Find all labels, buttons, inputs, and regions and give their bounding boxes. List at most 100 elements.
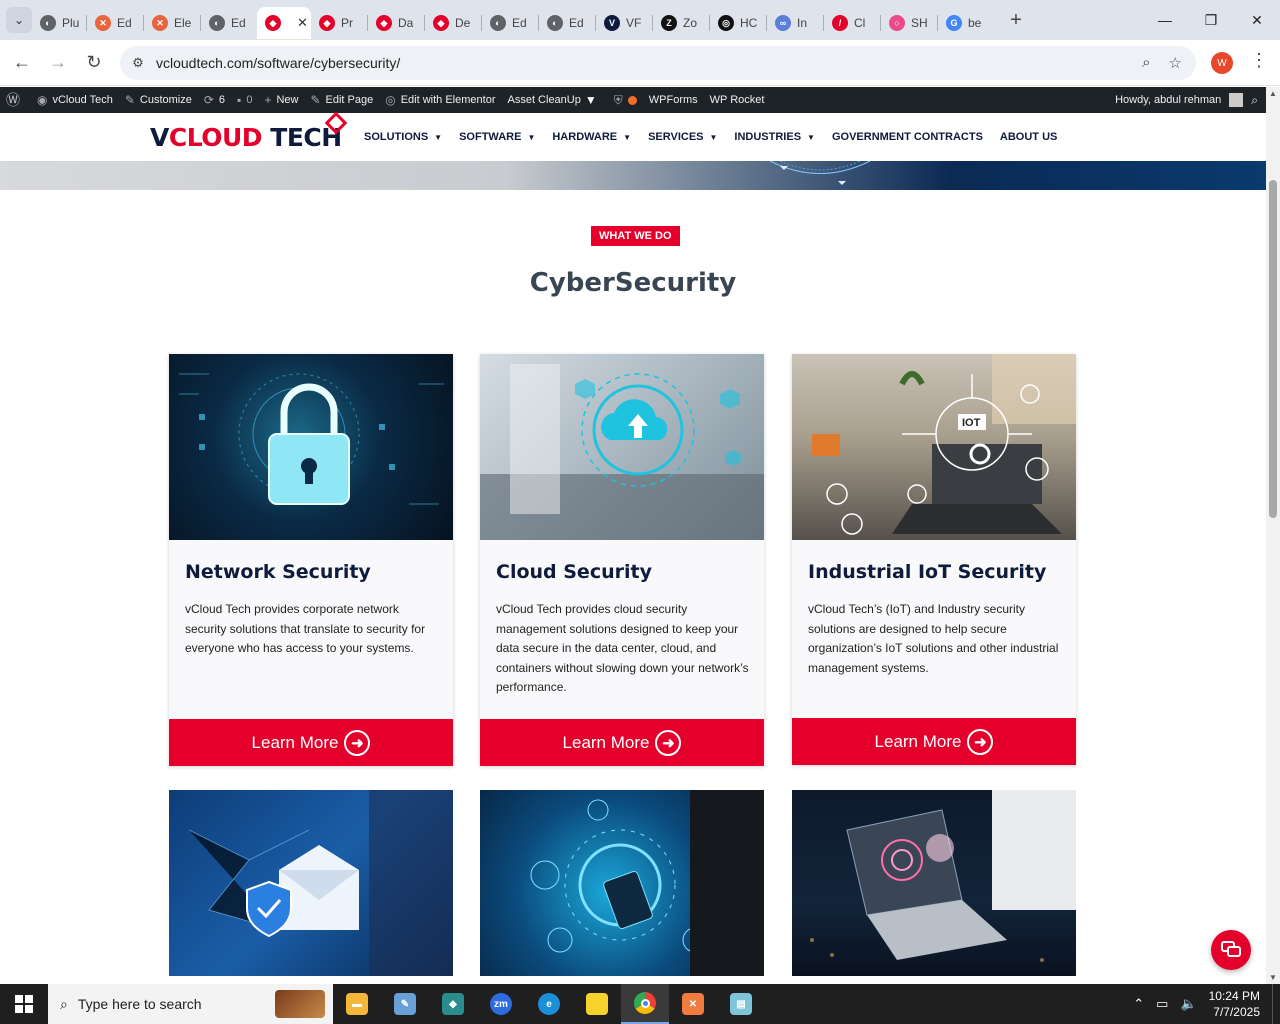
new-tab-button[interactable]: + (1004, 9, 1028, 32)
tab-label: Ed (117, 16, 132, 30)
close-window-icon[interactable]: ✕ (1234, 0, 1280, 40)
omnibox[interactable]: ⚙ vcloudtech.com/software/cybersecurity/… (120, 46, 1196, 80)
search-icon: ⌕ (60, 995, 68, 1012)
browser-tab[interactable]: V VF (596, 7, 652, 39)
taskbar-zoom[interactable]: zm (477, 984, 525, 1024)
scroll-down-icon[interactable]: ▼ (1269, 973, 1277, 982)
wp-comments-link[interactable]: ▪ 0 (231, 93, 258, 107)
browser-tab[interactable]: ✕ Ed (87, 7, 143, 39)
zoom-icon[interactable]: ⌕ (1142, 54, 1150, 72)
browser-tab[interactable]: Z Zo (653, 7, 709, 39)
taskbar-chrome[interactable] (621, 984, 669, 1024)
tab-active[interactable]: ◆ ✕ (257, 7, 311, 39)
pencil-icon: ✎ (310, 93, 321, 107)
tab-search-button[interactable]: ⌄ (6, 7, 32, 33)
arrow-right-circle-icon: ➜ (655, 729, 682, 756)
dashboard-icon: ◉ (37, 93, 48, 107)
nav-software[interactable]: SOFTWARE ▼ (459, 131, 535, 143)
user-avatar[interactable] (1229, 93, 1244, 107)
learn-more-button[interactable]: Learn More ➜ (480, 719, 764, 766)
nav-about-us[interactable]: ABOUT US (1000, 131, 1057, 143)
wp-wpforms-link[interactable]: WPForms (643, 94, 704, 106)
taskbar-file-explorer[interactable]: ▬ (333, 984, 381, 1024)
browser-tab[interactable]: Gbe (938, 7, 994, 39)
wp-rocket-link[interactable]: WP Rocket (704, 94, 771, 106)
chat-widget-button[interactable] (1211, 930, 1251, 970)
card-image (169, 354, 453, 540)
taskbar-edge[interactable]: e (525, 984, 573, 1024)
wp-updates-link[interactable]: ⟳ 6 (198, 93, 231, 107)
taskbar-app-box[interactable]: ▤ (717, 984, 765, 1024)
tab-favicon-icon: V (604, 15, 620, 31)
network-icon[interactable]: ▭ (1156, 996, 1168, 1012)
start-button[interactable] (0, 984, 48, 1024)
site-header: VCLOUD TECH SOLUTIONS ▼ SOFTWARE ▼ HARDWARE ▼… (0, 111, 1266, 161)
learn-more-button[interactable]: Learn More ➜ (792, 718, 1076, 765)
browser-tab[interactable]: ◐ Ed (482, 7, 538, 39)
wp-elementor-link[interactable]: ◎ Edit with Elementor (379, 93, 501, 107)
site-info-icon[interactable]: ⚙ (120, 55, 156, 71)
browser-tab[interactable]: ◆ Pr (311, 7, 367, 39)
hero-banner-bottom (0, 161, 1266, 190)
scroll-up-icon[interactable]: ▲ (1269, 89, 1277, 98)
taskbar-paint[interactable]: ✎ (381, 984, 429, 1024)
minimize-icon[interactable]: — (1142, 0, 1188, 40)
taskbar-clock[interactable]: 10:24 PM 7/7/2025 (1209, 988, 1260, 1020)
chevron-down-icon: ⌄ (13, 13, 25, 27)
wp-site-link[interactable]: ◉ vCloud Tech (31, 93, 119, 107)
wp-search-icon[interactable]: ⌕ (1251, 93, 1258, 108)
volume-icon[interactable]: 🔈 (1180, 996, 1196, 1012)
wp-logo-icon[interactable]: Ⓦ (0, 90, 31, 110)
bookmark-star-icon[interactable]: ☆ (1169, 54, 1182, 72)
tray-chevron-up-icon[interactable]: ⌃ (1133, 996, 1144, 1012)
site-logo[interactable]: VCLOUD TECH (150, 123, 342, 152)
card-description: vCloud Tech provides cloud security mana… (496, 602, 749, 694)
url-text[interactable]: vcloudtech.com/software/cybersecurity/ (156, 55, 400, 71)
restore-icon[interactable]: ❐ (1188, 0, 1234, 40)
nav-government-contracts[interactable]: GOVERNMENT CONTRACTS (832, 131, 983, 143)
taskbar-search[interactable]: ⌕ Type here to search (48, 984, 333, 1024)
learn-more-button[interactable]: Learn More ➜ (169, 719, 453, 766)
browser-tab[interactable]: ○ SH (881, 7, 937, 39)
address-bar-row: ← → ↻ ⚙ vcloudtech.com/software/cybersec… (0, 40, 1280, 86)
browser-tab[interactable]: ∞ In (767, 7, 823, 39)
tab-favicon-icon: / (832, 15, 848, 31)
taskbar-app-diamond[interactable]: ◆ (429, 984, 477, 1024)
tab-favicon-icon: ◆ (376, 15, 392, 31)
digital-shield-icon (530, 790, 764, 976)
window-controls: — ❐ ✕ (1142, 0, 1280, 40)
browser-tab[interactable]: ◆ Da (368, 7, 424, 39)
show-desktop-button[interactable] (1272, 984, 1280, 1024)
nav-industries[interactable]: INDUSTRIES ▼ (734, 131, 815, 143)
browser-tab[interactable]: ◐ Plu (32, 7, 86, 39)
wp-cleanup-link[interactable]: Asset CleanUp ▼ (501, 93, 607, 107)
browser-tab[interactable]: ◐ Ed (201, 7, 257, 39)
tab-label: be (968, 16, 982, 30)
wp-edit-page-link[interactable]: ✎ Edit Page (304, 93, 379, 107)
nav-solutions[interactable]: SOLUTIONS ▼ (364, 131, 442, 143)
wp-shield-link[interactable]: ⛨ (608, 93, 643, 108)
taskbar-xampp[interactable]: ✕ (669, 984, 717, 1024)
nav-services[interactable]: SERVICES ▼ (648, 131, 717, 143)
back-icon[interactable]: ← (4, 52, 40, 73)
browser-tab[interactable]: / Cl (824, 7, 880, 39)
wp-howdy-link[interactable]: Howdy, abdul rehman (1115, 94, 1221, 106)
tab-label: Pr (341, 16, 353, 30)
page-scrollbar[interactable]: ▲ ▼ (1266, 87, 1280, 984)
close-tab-icon[interactable]: ✕ (297, 15, 308, 31)
browser-menu-icon[interactable]: ⋮ (1250, 50, 1268, 71)
caret-down-icon: ▼ (807, 132, 815, 142)
browser-tab[interactable]: ✕ Ele (144, 7, 200, 39)
wp-customize-link[interactable]: ✎ Customize (119, 93, 198, 107)
tab-favicon-icon: ✕ (95, 15, 111, 31)
wp-new-link[interactable]: + New (258, 93, 304, 107)
browser-tab[interactable]: ◐ Ed (539, 7, 595, 39)
nav-hardware[interactable]: HARDWARE ▼ (552, 131, 631, 143)
browser-tab[interactable]: ◎ HC (710, 7, 766, 39)
taskbar-sticky-notes[interactable] (573, 984, 621, 1024)
reload-icon[interactable]: ↻ (76, 52, 112, 73)
browser-tab[interactable]: ◆ De (425, 7, 481, 39)
profile-avatar[interactable]: W (1211, 52, 1233, 74)
scrollbar-thumb[interactable] (1269, 180, 1277, 518)
forward-icon[interactable]: → (40, 52, 76, 73)
